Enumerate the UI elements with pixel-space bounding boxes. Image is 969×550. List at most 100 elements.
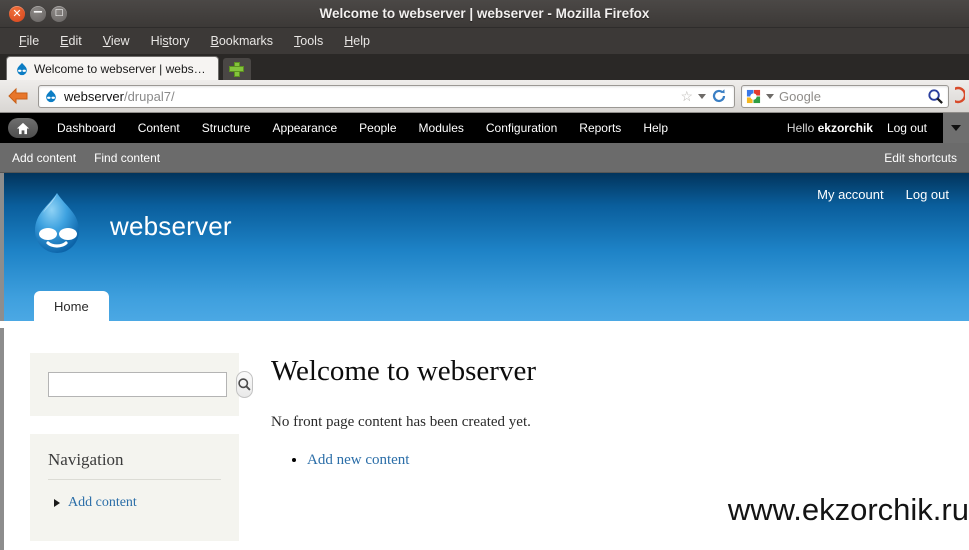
back-button[interactable] bbox=[4, 84, 32, 108]
minimize-window-button[interactable]: − bbox=[30, 5, 46, 22]
reload-icon[interactable] bbox=[711, 88, 727, 104]
shortcut-bar: Add content Find content Edit shortcuts bbox=[0, 143, 969, 173]
edit-shortcuts-link[interactable]: Edit shortcuts bbox=[884, 151, 957, 165]
menu-help-mnemonic: H bbox=[344, 34, 354, 48]
admin-item-help[interactable]: Help bbox=[632, 121, 679, 135]
admin-item-configuration[interactable]: Configuration bbox=[475, 121, 568, 135]
admin-home-button[interactable] bbox=[8, 118, 38, 138]
tab-home[interactable]: Home bbox=[34, 291, 109, 321]
menu-bookmarks[interactable]: Bookmarks bbox=[202, 31, 283, 51]
tab-strip: Welcome to webserver | webs… bbox=[0, 54, 969, 80]
username: ekzorchik bbox=[817, 121, 873, 135]
page-title: Welcome to webserver bbox=[271, 355, 536, 387]
drupal-admin-toolbar: Dashboard Content Structure Appearance P… bbox=[0, 113, 969, 143]
action-links: Add new content bbox=[307, 451, 944, 469]
navigation-link-label[interactable]: Add content bbox=[68, 495, 137, 511]
toolbar-overflow-edge[interactable] bbox=[955, 85, 965, 108]
navigation-toolbar: webserver/drupal7/ ☆ Google bbox=[0, 80, 969, 113]
window-controls: ✕ − □ bbox=[0, 5, 67, 22]
menu-file[interactable]: File bbox=[10, 31, 48, 51]
menu-history-prefix: Hi bbox=[150, 34, 163, 48]
chevron-down-icon[interactable] bbox=[698, 93, 706, 99]
logout-link[interactable]: Log out bbox=[906, 187, 949, 202]
web-search-box[interactable]: Google bbox=[741, 84, 949, 108]
chevron-down-icon bbox=[951, 125, 961, 131]
admin-item-structure[interactable]: Structure bbox=[191, 121, 262, 135]
navigation-block: Navigation Add content bbox=[30, 434, 239, 541]
my-account-link[interactable]: My account bbox=[817, 187, 883, 202]
user-greeting: Hello ekzorchik bbox=[787, 121, 887, 135]
menu-help-label: elp bbox=[353, 34, 370, 48]
site-name[interactable]: webserver bbox=[110, 211, 232, 242]
navigation-item-add-content[interactable]: Add content bbox=[48, 492, 221, 525]
main-content: Welcome to webserver No front page conte… bbox=[239, 353, 969, 550]
menu-history-label: tory bbox=[168, 34, 190, 48]
close-icon: ✕ bbox=[12, 7, 22, 20]
admin-item-modules[interactable]: Modules bbox=[408, 121, 475, 135]
admin-item-dashboard[interactable]: Dashboard bbox=[46, 121, 127, 135]
plus-icon bbox=[230, 62, 244, 76]
menu-file-mnemonic: F bbox=[19, 34, 27, 48]
back-arrow-icon bbox=[8, 87, 28, 105]
close-window-button[interactable]: ✕ bbox=[9, 5, 25, 22]
toolbar-drawer-toggle[interactable] bbox=[943, 113, 969, 143]
page-body: Navigation Add content Welcome to webser… bbox=[0, 328, 969, 550]
menu-edit[interactable]: Edit bbox=[51, 31, 91, 51]
url-bar-actions: ☆ bbox=[680, 88, 729, 105]
empty-message: No front page content has been created y… bbox=[271, 414, 531, 430]
greeting-prefix: Hello bbox=[786, 121, 818, 135]
menu-view-label: iew bbox=[110, 34, 130, 48]
watermark: www.ekzorchik.ru bbox=[727, 492, 969, 527]
minimize-icon: − bbox=[32, 5, 44, 20]
menu-help[interactable]: Help bbox=[335, 31, 379, 51]
web-search-input[interactable]: Google bbox=[779, 89, 922, 104]
navigation-block-title: Navigation bbox=[48, 450, 221, 480]
shortcut-find-content[interactable]: Find content bbox=[94, 151, 160, 165]
menu-history[interactable]: History bbox=[142, 31, 199, 51]
url-text: webserver/drupal7/ bbox=[64, 89, 175, 104]
menu-bar: File Edit View History Bookmarks Tools H… bbox=[0, 28, 969, 54]
menu-tools-label: ools bbox=[300, 34, 324, 48]
search-block bbox=[30, 353, 253, 416]
search-engine-chevron-icon[interactable] bbox=[766, 93, 774, 99]
bookmark-star-icon[interactable]: ☆ bbox=[680, 88, 693, 105]
menu-edit-mnemonic: E bbox=[60, 34, 69, 48]
browser-window: ✕ − □ Welcome to webserver | webserver -… bbox=[0, 0, 969, 550]
url-bar[interactable]: webserver/drupal7/ ☆ bbox=[38, 84, 735, 108]
new-tab-button[interactable] bbox=[222, 58, 251, 80]
search-input[interactable] bbox=[48, 372, 227, 397]
browser-tab-active[interactable]: Welcome to webserver | webs… bbox=[6, 56, 219, 80]
admin-item-people[interactable]: People bbox=[348, 121, 407, 135]
site-header: My account Log out webserver Home bbox=[0, 173, 969, 321]
title-bar: ✕ − □ Welcome to webserver | webserver -… bbox=[0, 0, 969, 28]
menu-view[interactable]: View bbox=[94, 31, 139, 51]
home-icon bbox=[16, 122, 30, 134]
admin-item-appearance[interactable]: Appearance bbox=[261, 121, 348, 135]
user-menu: My account Log out bbox=[817, 187, 949, 202]
browser-tab-title: Welcome to webserver | webs… bbox=[34, 61, 206, 76]
triangle-right-icon bbox=[54, 499, 60, 507]
admin-toolbar-right: Hello ekzorchik Log out bbox=[787, 113, 969, 143]
add-new-content-link[interactable]: Add new content bbox=[307, 452, 409, 468]
shortcut-add-content[interactable]: Add content bbox=[12, 151, 76, 165]
menu-edit-label: dit bbox=[68, 34, 82, 48]
menu-bookmarks-mnemonic: B bbox=[210, 34, 219, 48]
admin-item-content[interactable]: Content bbox=[127, 121, 191, 135]
admin-item-reports[interactable]: Reports bbox=[568, 121, 632, 135]
url-path: /drupal7/ bbox=[123, 88, 175, 104]
partial-icon bbox=[955, 86, 965, 103]
menu-view-mnemonic: V bbox=[102, 34, 111, 48]
url-host: webserver bbox=[64, 88, 124, 104]
sidebar-first: Navigation Add content bbox=[4, 353, 253, 550]
primary-tabs: Home bbox=[34, 291, 109, 321]
drupal-favicon-icon bbox=[17, 62, 27, 75]
maximize-window-button[interactable]: □ bbox=[51, 5, 67, 22]
search-icon[interactable] bbox=[927, 88, 944, 105]
menu-file-label: ile bbox=[26, 34, 40, 48]
maximize-icon: □ bbox=[54, 8, 64, 18]
drupal-logo-icon[interactable] bbox=[26, 191, 88, 261]
menu-tools[interactable]: Tools bbox=[285, 31, 332, 51]
admin-logout-link[interactable]: Log out bbox=[887, 121, 943, 135]
window-title: Welcome to webserver | webserver - Mozil… bbox=[319, 6, 650, 21]
site-identity-icon bbox=[46, 89, 56, 103]
